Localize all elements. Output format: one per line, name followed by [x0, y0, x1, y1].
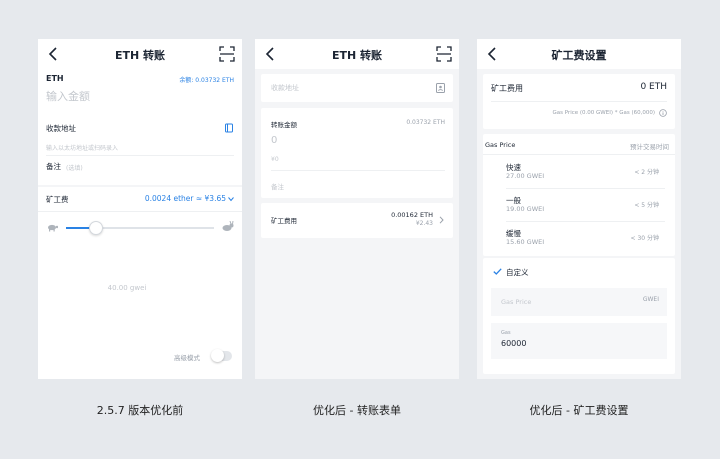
back-icon[interactable] — [44, 44, 64, 64]
gas-field[interactable]: Gas 60000 — [491, 323, 667, 359]
address-input[interactable]: 输入以太坊地址或扫码录入 — [46, 143, 118, 152]
gas-price-field[interactable]: Gas Price GWEI — [491, 288, 667, 316]
screen-before: ETH 转账 ETH 余额: 0.03732 ETH 输入金额 收款地址 输入以… — [38, 39, 242, 379]
col-gas-price: Gas Price — [485, 141, 516, 149]
amount-card: 转账金额 0.03732 ETH 0 ¥0 备注 — [261, 108, 453, 198]
gas-options-card: Gas Price 预计交易时间 快速 27.00 GWEI < 2 分钟 一般… — [483, 134, 675, 256]
page-title: 矿工费设置 — [551, 49, 607, 62]
address-input[interactable]: 收款地址 — [271, 83, 299, 93]
fee-row[interactable]: 矿工费用 0.00162 ETH ¥2.43 — [261, 203, 453, 238]
option-slow[interactable]: 缓慢 15.60 GWEI < 30 分钟 — [483, 222, 675, 254]
gas-value: 40.00 gwei — [107, 284, 147, 292]
gas-input[interactable]: 60000 — [501, 339, 526, 348]
option-time: < 30 分钟 — [630, 235, 659, 242]
nav-bar: 矿工费设置 — [477, 39, 681, 69]
option-time: < 2 分钟 — [634, 169, 659, 176]
scan-icon[interactable] — [218, 45, 236, 63]
note-label: 备注 — [46, 162, 61, 171]
amount-input[interactable]: 输入金额 — [46, 88, 90, 104]
gas-label: Gas — [501, 330, 511, 336]
note-input[interactable]: 备注 — [271, 181, 284, 191]
back-icon[interactable] — [261, 44, 281, 64]
option-price: 15.60 GWEI — [506, 238, 545, 246]
back-icon[interactable] — [483, 44, 503, 64]
gas-price-input[interactable]: Gas Price — [501, 298, 531, 306]
amount-input[interactable]: 0 — [271, 135, 277, 146]
caption-transfer-form: 优化后 - 转账表单 — [313, 404, 401, 417]
caption-fee-settings: 优化后 - 矿工费设置 — [529, 404, 629, 417]
option-price: 19.00 GWEI — [506, 205, 545, 213]
fee-card: 矿工费 0.0024 ether ≈ ¥3.65 40.00 gwei 高级模式 — [38, 187, 242, 379]
token-label: ETH — [46, 74, 64, 83]
fee-eth: 0.00162 ETH — [391, 211, 433, 219]
rabbit-icon — [222, 221, 234, 231]
address-card[interactable]: 收款地址 — [261, 74, 453, 102]
col-time: 预计交易时间 — [630, 143, 669, 151]
chevron-down-icon[interactable] — [228, 196, 234, 202]
page-title: ETH 转账 — [114, 49, 166, 62]
note-input[interactable]: (选填) — [66, 163, 83, 172]
custom-option[interactable]: 自定义 — [506, 267, 529, 278]
amount-label: 转账金额 — [271, 121, 297, 129]
fee-summary-card: 矿工费用 0 ETH Gas Price (0.00 GWEI) * Gas (… — [483, 74, 675, 129]
advanced-toggle[interactable] — [211, 349, 232, 362]
contacts-icon[interactable] — [224, 123, 234, 133]
screen-transfer-form: ETH 转账 收款地址 转账金额 0.03732 ETH 0 ¥0 备注 矿工费… — [255, 39, 459, 379]
info-icon[interactable] — [659, 109, 667, 117]
fiat-value: ¥0 — [271, 156, 279, 163]
advanced-label: 高级模式 — [174, 354, 200, 362]
gas-price-unit: GWEI — [642, 296, 659, 303]
checkmark-icon — [493, 268, 502, 275]
fee-slider-track[interactable] — [66, 221, 214, 235]
divider — [271, 170, 445, 171]
chevron-right-icon — [439, 216, 444, 224]
fee-label: 矿工费用 — [491, 84, 523, 93]
fee-slider-thumb[interactable] — [88, 221, 103, 235]
nav-bar: ETH 转账 — [255, 39, 459, 69]
screen-fee-settings: 矿工费设置 矿工费用 0 ETH Gas Price (0.00 GWEI) *… — [477, 39, 681, 379]
divider — [491, 101, 667, 102]
fee-formula: Gas Price (0.00 GWEI) * Gas (60,000) — [552, 110, 655, 116]
divider — [38, 211, 242, 212]
option-price: 27.00 GWEI — [506, 172, 545, 180]
fee-value: 0 ETH — [640, 82, 667, 92]
option-time: < 5 分钟 — [634, 202, 659, 209]
divider — [483, 154, 675, 155]
fee-label: 矿工费用 — [271, 217, 297, 225]
balance-text: 余额: 0.03732 ETH — [179, 77, 234, 84]
address-book-icon[interactable] — [436, 83, 445, 93]
divider — [46, 155, 234, 156]
address-card: 收款地址 输入以太坊地址或扫码录入 备注 (选填) — [38, 115, 242, 185]
custom-card: 自定义 Gas Price GWEI Gas 60000 — [483, 258, 675, 374]
option-fast[interactable]: 快速 27.00 GWEI < 2 分钟 — [483, 156, 675, 188]
fee-label: 矿工费 — [46, 195, 69, 204]
fee-value[interactable]: 0.0024 ether ≈ ¥3.65 — [145, 194, 226, 203]
fee-cny: ¥2.43 — [415, 220, 433, 227]
balance-text: 0.03732 ETH — [406, 119, 445, 126]
page-title: ETH 转账 — [331, 49, 383, 62]
nav-bar: ETH 转账 — [38, 39, 242, 69]
address-label: 收款地址 — [46, 124, 76, 133]
toggle-knob — [211, 349, 224, 362]
option-normal[interactable]: 一般 19.00 GWEI < 5 分钟 — [483, 189, 675, 221]
caption-before: 2.5.7 版本优化前 — [96, 404, 184, 417]
scan-icon[interactable] — [435, 45, 453, 63]
turtle-icon — [48, 224, 58, 232]
